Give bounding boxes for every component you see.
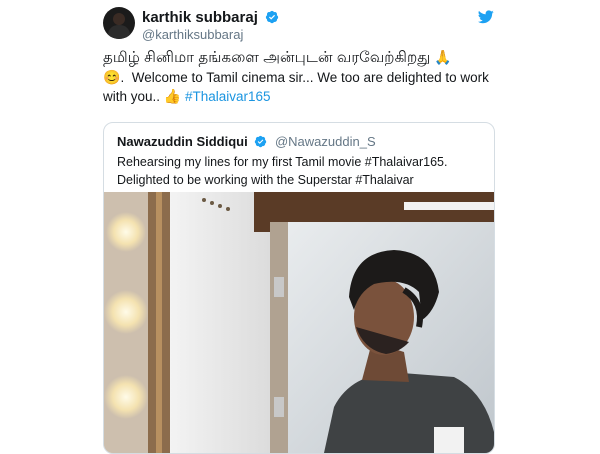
quoted-text-line2: Delighted to be working with the Superst… xyxy=(117,173,414,187)
quoted-text-line1: Rehearsing my lines for my first Tamil m… xyxy=(117,155,448,169)
author-display-name[interactable]: karthik subbaraj xyxy=(142,9,258,26)
author-handle[interactable]: @karthiksubbaraj xyxy=(142,27,243,42)
quoted-tweet-card[interactable]: Nawazuddin Siddiqui @Nawazuddin_S Rehear… xyxy=(103,122,495,454)
tweet-text-english-line1: Welcome to Tamil cinema sir... We too ar… xyxy=(131,69,489,85)
embedded-tweet: karthik subbaraj @karthiksubbaraj தமிழ் … xyxy=(0,0,600,454)
verified-badge-icon xyxy=(255,135,267,148)
hashtag-link[interactable]: #Thalaivar165 xyxy=(185,89,271,104)
tweet-body: தமிழ் சினிமா தங்களை அன்புடன் வரவேற்கிறது… xyxy=(103,49,489,104)
quoted-display-name[interactable]: Nawazuddin Siddiqui xyxy=(117,134,248,149)
quoted-tweet-body: Rehearsing my lines for my first Tamil m… xyxy=(117,153,477,189)
quoted-author-row[interactable]: Nawazuddin Siddiqui @Nawazuddin_S xyxy=(117,134,376,149)
quoted-tweet-photo[interactable] xyxy=(104,192,494,453)
author-name-row[interactable]: karthik subbaraj xyxy=(142,9,279,26)
author-avatar[interactable] xyxy=(103,7,135,39)
verified-badge-icon xyxy=(265,10,279,24)
twitter-bird-icon[interactable] xyxy=(478,10,494,24)
quoted-handle[interactable]: @Nawazuddin_S xyxy=(275,134,376,149)
tweet-text-english-line2: with you.. xyxy=(103,89,161,104)
pray-emoji-icon: 🙏 xyxy=(434,49,452,65)
smile-emoji-icon: 😊 xyxy=(103,68,121,85)
tweet-text-tamil: தமிழ் சினிமா தங்களை அன்புடன் வரவேற்கிறது xyxy=(103,49,431,66)
thumbs-up-emoji-icon: 👍 xyxy=(163,88,182,104)
